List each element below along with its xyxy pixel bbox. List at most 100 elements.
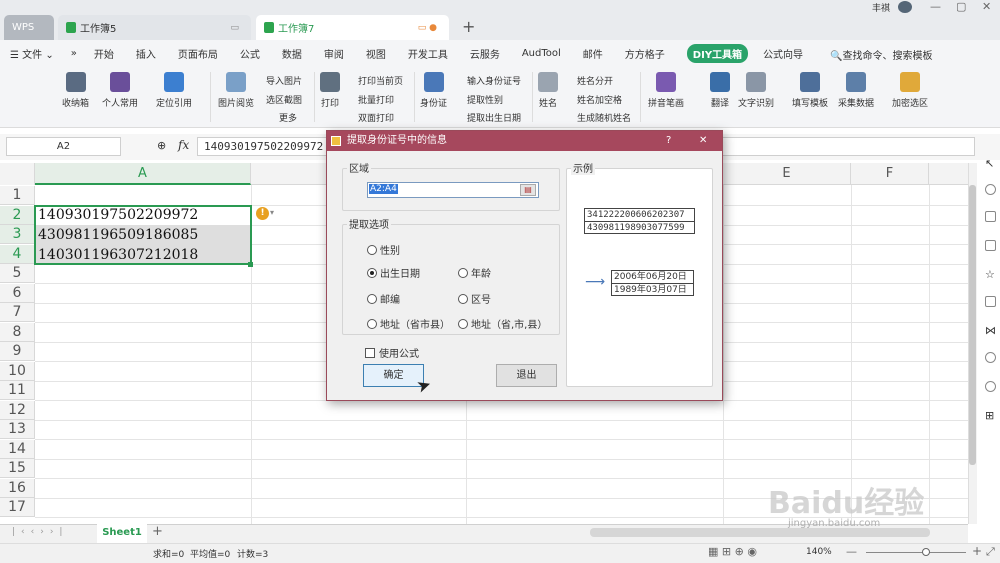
- add-sheet-button[interactable]: +: [152, 524, 163, 539]
- cursor-icon[interactable]: ↖: [985, 157, 996, 170]
- star-icon[interactable]: ☆: [985, 268, 996, 281]
- ribbon-encrypt-button[interactable]: 加密选区: [892, 72, 928, 109]
- column-header-e[interactable]: E: [723, 163, 851, 185]
- ribbon-extract-birth[interactable]: 提取出生日期: [467, 111, 521, 124]
- tab-workbook7[interactable]: 工作簿7 ▭ ●: [256, 15, 449, 40]
- zoom-formula-icon[interactable]: ⊕: [157, 139, 166, 152]
- row-header[interactable]: 9: [0, 342, 35, 361]
- zoom-slider[interactable]: [866, 552, 966, 553]
- radio-gender[interactable]: 性别: [367, 242, 400, 257]
- sheet-tab-sheet1[interactable]: Sheet1: [97, 524, 147, 543]
- row-header[interactable]: 11: [0, 381, 35, 400]
- radio-address-separated[interactable]: 地址（省,市,县）: [458, 316, 547, 331]
- ribbon-personal-button[interactable]: 个人常用: [102, 72, 138, 109]
- row-header[interactable]: 1: [0, 186, 35, 205]
- tab-workbook5[interactable]: 工作簿5 ▭: [58, 15, 251, 40]
- layout-icon[interactable]: [985, 240, 996, 251]
- apps-icon[interactable]: ⊞: [985, 409, 996, 422]
- menu-item[interactable]: 云服务: [470, 46, 500, 61]
- shapes-icon[interactable]: [985, 184, 996, 195]
- add-tab-button[interactable]: +: [462, 17, 475, 36]
- ribbon-print-current[interactable]: 打印当前页: [358, 74, 403, 87]
- use-formula-checkbox[interactable]: 使用公式: [365, 345, 419, 360]
- zoom-slider-thumb[interactable]: [922, 548, 930, 556]
- tab-wps[interactable]: WPS: [4, 15, 54, 40]
- ribbon-idcard-button[interactable]: 身份证: [420, 72, 447, 109]
- zoom-in-button[interactable]: +: [972, 544, 982, 558]
- ribbon-extract-gender[interactable]: 提取性别: [467, 93, 503, 106]
- menu-item[interactable]: 开发工具: [408, 46, 448, 61]
- ribbon-more[interactable]: 更多: [279, 111, 297, 124]
- row-header[interactable]: 12: [0, 400, 35, 420]
- ribbon-pinyin-button[interactable]: 拼音笔画: [648, 72, 684, 109]
- menu-item[interactable]: 审阅: [324, 46, 344, 61]
- exit-button[interactable]: 退出: [496, 364, 557, 387]
- menu-item[interactable]: AudTool: [522, 48, 561, 59]
- ribbon-screenshot[interactable]: 选区截图: [266, 93, 302, 106]
- restore-icon[interactable]: ▢: [956, 0, 966, 13]
- horizontal-scrollbar[interactable]: [590, 528, 930, 537]
- menu-item[interactable]: 公式: [240, 46, 260, 61]
- history-icon[interactable]: [985, 352, 996, 363]
- ribbon-collect-button[interactable]: 采集数据: [838, 72, 874, 109]
- ribbon-input-id[interactable]: 输入身份证号: [467, 74, 521, 87]
- column-header-a[interactable]: A: [35, 163, 251, 185]
- menu-item[interactable]: 开始: [94, 46, 114, 61]
- ribbon-template-button[interactable]: 填写模板: [792, 72, 828, 109]
- name-box[interactable]: A2: [6, 137, 121, 156]
- ribbon-ocr-button[interactable]: 文字识别: [738, 72, 774, 109]
- ribbon-batch-print[interactable]: 批量打印: [358, 93, 394, 106]
- menu-file[interactable]: 文件: [22, 50, 42, 61]
- menu-item[interactable]: 数据: [282, 46, 302, 61]
- hamburger-icon[interactable]: ☰ 文件 ⌄: [10, 46, 54, 61]
- menu-item[interactable]: 视图: [366, 46, 386, 61]
- chevron-down-icon[interactable]: ▾: [270, 208, 274, 217]
- row-header[interactable]: 10: [0, 361, 35, 381]
- ribbon-name-space[interactable]: 姓名加空格: [577, 93, 622, 106]
- ribbon-translate-button[interactable]: 翻译: [710, 72, 730, 109]
- search-box[interactable]: 🔍查找命令、搜索模板: [830, 47, 932, 62]
- share-icon[interactable]: ⋈: [985, 324, 996, 337]
- close-icon[interactable]: ✕: [982, 0, 991, 13]
- radio-areacode[interactable]: 区号: [458, 291, 491, 306]
- row-header[interactable]: 15: [0, 459, 35, 478]
- row-header[interactable]: 8: [0, 322, 35, 342]
- row-header[interactable]: 17: [0, 498, 35, 517]
- ribbon-split-name[interactable]: 姓名分开: [577, 74, 613, 87]
- view-mode-icons[interactable]: ▦ ⊞ ⊕ ◉: [708, 545, 757, 558]
- menu-item[interactable]: 邮件: [583, 46, 603, 61]
- archive-icon[interactable]: [985, 296, 996, 307]
- help-button[interactable]: ?: [666, 131, 671, 151]
- row-header[interactable]: 2: [0, 205, 35, 225]
- radio-age[interactable]: 年龄: [458, 265, 491, 280]
- menu-item[interactable]: 公式向导: [763, 46, 803, 61]
- row-header[interactable]: 7: [0, 303, 35, 322]
- ribbon-locate-button[interactable]: 定位引用: [156, 72, 192, 109]
- fx-icon[interactable]: fx: [178, 138, 189, 152]
- row-header[interactable]: 5: [0, 264, 35, 283]
- ribbon-print-button[interactable]: 打印: [320, 72, 340, 109]
- ribbon-random-name[interactable]: 生成随机姓名: [577, 111, 631, 124]
- ribbon-storage-button[interactable]: 收纳箱: [62, 72, 89, 109]
- radio-birthdate[interactable]: 出生日期: [367, 265, 420, 280]
- row-header[interactable]: 13: [0, 420, 35, 439]
- fullscreen-icon[interactable]: ⤢: [986, 545, 995, 559]
- radio-address-compact[interactable]: 地址（省市县）: [367, 316, 450, 331]
- ribbon-import-image[interactable]: 导入图片: [266, 74, 302, 87]
- radio-postcode[interactable]: 邮编: [367, 291, 400, 306]
- more-icon[interactable]: »: [71, 48, 77, 59]
- warning-icon[interactable]: !: [256, 207, 269, 220]
- scrollbar-thumb[interactable]: [969, 185, 976, 465]
- menu-item[interactable]: 页面布局: [178, 46, 218, 61]
- avatar[interactable]: [898, 1, 912, 13]
- dialog-close-button[interactable]: ✕: [699, 131, 707, 151]
- row-header[interactable]: 4: [0, 244, 35, 264]
- row-header[interactable]: 16: [0, 478, 35, 498]
- dialog-title-bar[interactable]: 提取身份证号中的信息 ? ✕: [327, 131, 722, 151]
- ribbon-duplex-print[interactable]: 双面打印: [358, 111, 394, 124]
- range-select-icon[interactable]: ▤: [520, 184, 536, 196]
- style-icon[interactable]: [985, 211, 996, 222]
- row-header[interactable]: 6: [0, 283, 35, 303]
- sheet-nav-arrows[interactable]: |‹‹››|: [12, 527, 68, 537]
- column-header-f[interactable]: F: [851, 163, 929, 185]
